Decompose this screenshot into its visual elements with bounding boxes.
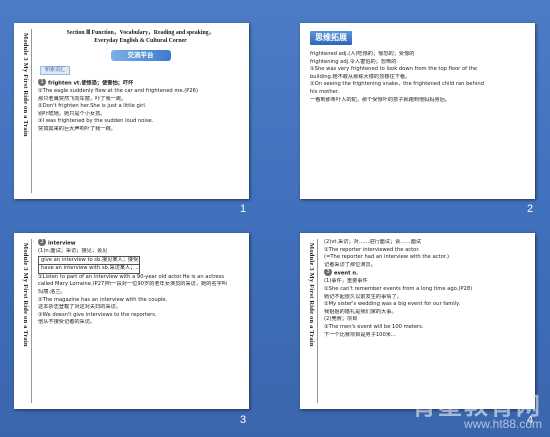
text-line: 一看到那条吓人的蛇，那个受惊吓的孩子就跑到他妈妈身后。 [310, 96, 451, 103]
text-line: frightened adj.(人)吃惊的；惊恐的；受惊的 [310, 51, 415, 57]
slide-content: 2 interview (1)n.面试；采访；接见；会见 give an inte… [38, 239, 243, 405]
text-line: give an interview to sb.接见某人；接受某人采访 [39, 257, 139, 266]
text-line: (2)vt.采访；对……进行面试；会……面试 [324, 239, 422, 245]
number-badge-icon: 3 [324, 269, 332, 277]
text-line: called Mary Lorraine.(P27)听一段对一位90岁的老年女演… [38, 281, 227, 288]
text-line: have an interview with sb.采访某人；... [41, 265, 139, 272]
text-line: ②Don't frighten her.She is just a little… [38, 103, 147, 110]
text-line: (=The reporter had an interview with the… [324, 254, 450, 261]
slide-number: 3 [240, 414, 247, 426]
divider [317, 239, 318, 403]
side-title: Module 3 My First Ride on a Train [308, 243, 315, 347]
slide-header-line: Section Ⅲ Function，Vocabulary，Reading an… [66, 30, 215, 36]
watermark: 育星教育网 www.ht88.com [412, 394, 542, 431]
text-line: ①She can't remember events from a long t… [324, 286, 473, 293]
divider [31, 29, 32, 193]
slide-number: 1 [240, 203, 247, 215]
slide-thumbnail-1[interactable]: Module 3 My First Ride on a Train Sectio… [14, 23, 249, 199]
side-title: Module 3 My First Ride on a Train [22, 33, 29, 137]
text-line: (2)竞赛；项目 [324, 316, 358, 323]
text-line: frightening adj.令人害怕的；恐怖的 [310, 58, 397, 65]
text-line: 那只老鹰突然飞向车窗，吓了我一跳。 [38, 95, 127, 102]
text-line: (1)n.面试；采访；接见；会见 [38, 248, 108, 255]
slide-thumbnail-4[interactable]: Module 3 My First Ride on a Train (2)vt.… [300, 233, 535, 409]
text-line: building.她不敢从那栋大楼的顶楼往下看。 [310, 73, 411, 80]
text-line: 突如其来的巨大声响吓了我一跳。 [38, 126, 116, 133]
text-line: ②The magazine has an interview with the … [38, 296, 168, 303]
keyword: interview [48, 240, 76, 247]
text-line: 他从不接受记者的采访。 [38, 319, 96, 326]
slide-content: Section Ⅲ Function，Vocabulary，Reading an… [38, 29, 243, 195]
slide-content: (2)vt.采访；对……进行面试；会……面试 ①The reporter int… [324, 239, 529, 405]
side-title: Module 3 My First Ride on a Train [22, 243, 29, 347]
number-badge-icon: 1 [38, 79, 46, 86]
text-line: 下一个比赛项目是男子100米... [324, 331, 396, 338]
section-banner: 思维拓展 [310, 31, 352, 45]
text-line: ①The reporter interviewed the actor. [324, 246, 420, 253]
slide-content: 思维拓展 frightened adj.(人)吃惊的；惊恐的；受惊的 frigh… [310, 31, 529, 195]
text-line: frighten vt.使惊恐；使害怕；吓坏 [48, 80, 134, 87]
text-line: ③I was frightened by the sudden loud noi… [38, 118, 154, 125]
text-line: 玛丽·洛兰。 [38, 289, 66, 296]
slide-thumbnail-2[interactable]: 思维拓展 frightened adj.(人)吃惊的；惊恐的；受惊的 frigh… [300, 23, 535, 199]
text-line: 别吓唬她，她只是个小女孩。 [38, 110, 106, 117]
section-tag: 积累词汇 [40, 66, 71, 75]
text-line: (1)事件，重要事件 [324, 278, 368, 285]
text-line: his mother. [310, 88, 340, 95]
text-line: ②My sister's wedding was a big event for… [324, 301, 461, 308]
text-line: ③The men's event will be 100 meters. [324, 324, 424, 331]
text-line: ①The eagle suddenly flew at the car and … [38, 88, 199, 95]
watermark-logo-text: 育星教育网 [412, 392, 542, 420]
slide-number: 2 [527, 203, 534, 215]
text-line: ②On seeing the frightening snake，the fri… [310, 81, 484, 88]
section-band: 交流平台 [110, 50, 171, 61]
slide-thumbnail-3[interactable]: Module 3 My First Ride on a Train 2 inter… [14, 233, 249, 409]
text-line: ③We doesn't give interviews to the repor… [38, 311, 157, 318]
number-badge-icon: 2 [38, 239, 46, 246]
text-line: ①Listen to part of an interview with a 9… [38, 273, 224, 280]
text-line: ①She was very frightened to look down fr… [310, 66, 478, 73]
divider [31, 239, 32, 403]
text-line: 她记不起很久以前发生的事情了。 [324, 293, 402, 300]
text-line: 这本杂志登载了对这对夫妇的采访。 [38, 304, 122, 311]
slide-header-line: Everyday English & Cultural Corner [94, 38, 187, 44]
text-line: 我姐姐的婚礼是我们家的大事。 [324, 308, 397, 315]
keyword: event n. [334, 270, 359, 277]
phrase-box: give an interview to sb.接见某人；接受某人采访 have… [38, 255, 140, 274]
text-line: 记者采访了那位演员。 [324, 261, 376, 268]
